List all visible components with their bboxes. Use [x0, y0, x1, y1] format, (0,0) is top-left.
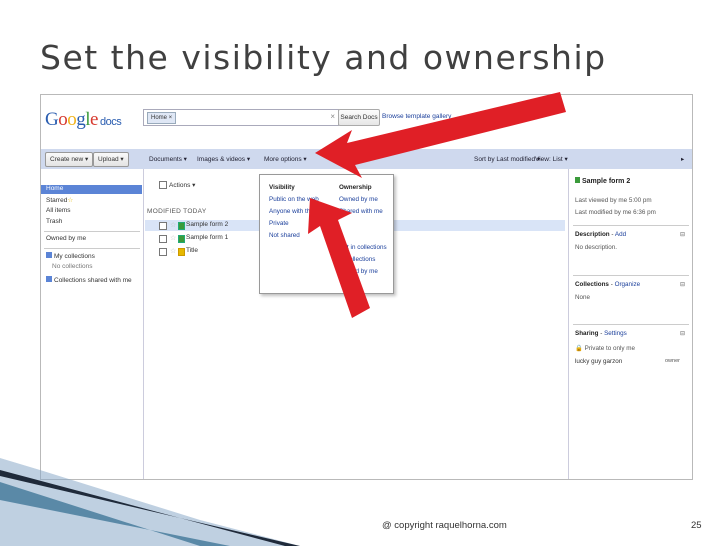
- visibility-anyone-link[interactable]: Anyone with the link: [269, 208, 325, 215]
- sidebar-item-collections-shared[interactable]: Collections shared with me: [46, 276, 132, 284]
- sidebar-divider: [44, 248, 140, 249]
- star-icon[interactable]: ☆: [170, 234, 176, 242]
- search-input[interactable]: Home × ×: [143, 109, 339, 126]
- actions-menu[interactable]: Actions ▾: [169, 181, 195, 189]
- sidebar-no-collections: No collections: [52, 263, 93, 270]
- details-divider: [573, 275, 689, 276]
- more-options-dropdown: Visibility Public on the web Anyone with…: [259, 174, 394, 294]
- sidebar-divider: [44, 231, 140, 232]
- form-icon: [178, 222, 185, 230]
- star-icon: ☆: [67, 197, 74, 204]
- google-docs-logo[interactable]: Google docs: [45, 109, 122, 131]
- form-icon: [575, 177, 580, 183]
- select-all-checkbox[interactable]: [159, 181, 167, 189]
- search-docs-button[interactable]: Search Docs: [338, 109, 380, 126]
- collections-label: Collections: [575, 281, 609, 288]
- row-checkbox[interactable]: [159, 248, 167, 256]
- ownership-owned-by-me-2[interactable]: Owned by me: [339, 268, 378, 275]
- clear-search-icon[interactable]: ×: [330, 112, 335, 121]
- google-docs-screenshot: Google docs Home × × Search Docs Browse t…: [40, 94, 693, 480]
- view-dropdown[interactable]: View: List ▾: [535, 155, 568, 163]
- sidebar-item-all-items[interactable]: All items: [46, 207, 71, 214]
- sidebar-item-starred[interactable]: Starred☆: [46, 196, 73, 204]
- slide-title: Set the visibility and ownership: [40, 38, 607, 77]
- visibility-public[interactable]: Public on the web: [269, 196, 319, 203]
- page-number: 25: [691, 520, 702, 531]
- upload-button[interactable]: Upload ▾: [93, 152, 129, 167]
- sidebar-item-collections-shared-label: Collections shared with me: [54, 277, 132, 284]
- form-icon: [178, 235, 185, 243]
- last-viewed: Last viewed by me 5:00 pm: [575, 197, 652, 204]
- document-title[interactable]: Sample form 2: [186, 221, 228, 228]
- ownership-shared-with-me[interactable]: Shared with me: [339, 208, 383, 215]
- details-panel: Sample form 2 Last viewed by me 5:00 pm …: [568, 169, 692, 479]
- bottom-left-decoration-stripe2: [0, 482, 230, 546]
- sort-dropdown[interactable]: Sort by Last modified ▾: [474, 155, 540, 163]
- sharing-private: 🔒 Private to only me: [575, 344, 635, 352]
- lock-icon: 🔒: [575, 345, 583, 352]
- document-icon: [178, 248, 185, 256]
- row-checkbox[interactable]: [159, 235, 167, 243]
- sidebar-item-owned-by-me[interactable]: Owned by me: [46, 235, 86, 242]
- row-checkbox[interactable]: [159, 222, 167, 230]
- sidebar-item-home[interactable]: Home: [41, 185, 142, 194]
- star-icon[interactable]: ☆: [170, 247, 176, 255]
- details-divider: [573, 225, 689, 226]
- copyright-text: @ copyright raquelhorna.com: [382, 520, 507, 531]
- collections-organize-link[interactable]: Organize: [615, 281, 641, 288]
- collapse-icon[interactable]: ⊟: [680, 231, 685, 238]
- visibility-not-shared[interactable]: Not shared: [269, 232, 300, 239]
- description-add-link[interactable]: Add: [615, 231, 626, 238]
- ownership-not-in-collections[interactable]: Not in collections: [339, 244, 387, 251]
- sidebar-item-my-collections-label: My collections: [54, 253, 95, 260]
- documents-filter[interactable]: Documents ▾: [149, 155, 187, 163]
- owner-name: lucky guy garzon: [575, 358, 623, 365]
- sidebar-item-my-collections[interactable]: My collections: [46, 252, 95, 260]
- document-title[interactable]: Title: [186, 247, 198, 254]
- ownership-owned-by-me[interactable]: Owned by me: [339, 196, 378, 203]
- details-title-text: Sample form 2: [582, 178, 631, 185]
- star-icon[interactable]: ☆: [170, 221, 176, 229]
- bottom-left-decoration-stripe: [0, 470, 300, 546]
- last-modified: Last modified by me 6:36 pm: [575, 209, 656, 216]
- visibility-heading: Visibility: [269, 184, 295, 191]
- details-title: Sample form 2: [575, 177, 630, 185]
- owner-role: owner: [665, 358, 680, 364]
- description-label: Description: [575, 231, 610, 238]
- shared-collection-icon: [46, 276, 52, 282]
- ownership-in-collections[interactable]: In collections: [339, 256, 375, 263]
- ownership-heading: Ownership: [339, 184, 372, 191]
- visibility-private[interactable]: Private: [269, 220, 289, 227]
- images-videos-filter[interactable]: Images & videos ▾: [197, 155, 250, 163]
- collapse-icon[interactable]: ⊟: [680, 281, 685, 288]
- description-heading: Description - Add: [575, 231, 627, 238]
- collection-folder-icon: [46, 252, 52, 258]
- section-modified-today: MODIFIED TODAY: [147, 208, 207, 215]
- create-new-button[interactable]: Create new ▾: [45, 152, 94, 167]
- description-value: No description.: [575, 244, 617, 251]
- collapse-panel-icon[interactable]: ▸: [681, 155, 684, 163]
- logo-docs-text: docs: [99, 116, 122, 128]
- toolbar: Create new ▾ Upload ▾ Documents ▾ Images…: [41, 149, 692, 169]
- details-divider: [573, 324, 689, 325]
- collections-heading: Collections - Organize: [575, 281, 641, 288]
- sidebar: Home Starred☆ All items Trash Owned by m…: [41, 169, 144, 479]
- sharing-settings-link[interactable]: Settings: [604, 330, 627, 337]
- more-options-menu[interactable]: More options ▾: [264, 155, 307, 163]
- sidebar-item-trash[interactable]: Trash: [46, 218, 62, 225]
- sharing-heading: Sharing - Settings: [575, 330, 627, 337]
- browse-template-gallery-link[interactable]: Browse template gallery: [382, 113, 451, 120]
- collapse-icon[interactable]: ⊟: [680, 330, 685, 337]
- collections-value: None: [575, 294, 591, 301]
- sidebar-item-starred-label: Starred: [46, 197, 68, 204]
- search-chip-home[interactable]: Home ×: [147, 112, 177, 124]
- sharing-label: Sharing: [575, 330, 599, 337]
- document-title[interactable]: Sample form 1: [186, 234, 228, 241]
- sharing-private-text: Private to only me: [584, 345, 635, 352]
